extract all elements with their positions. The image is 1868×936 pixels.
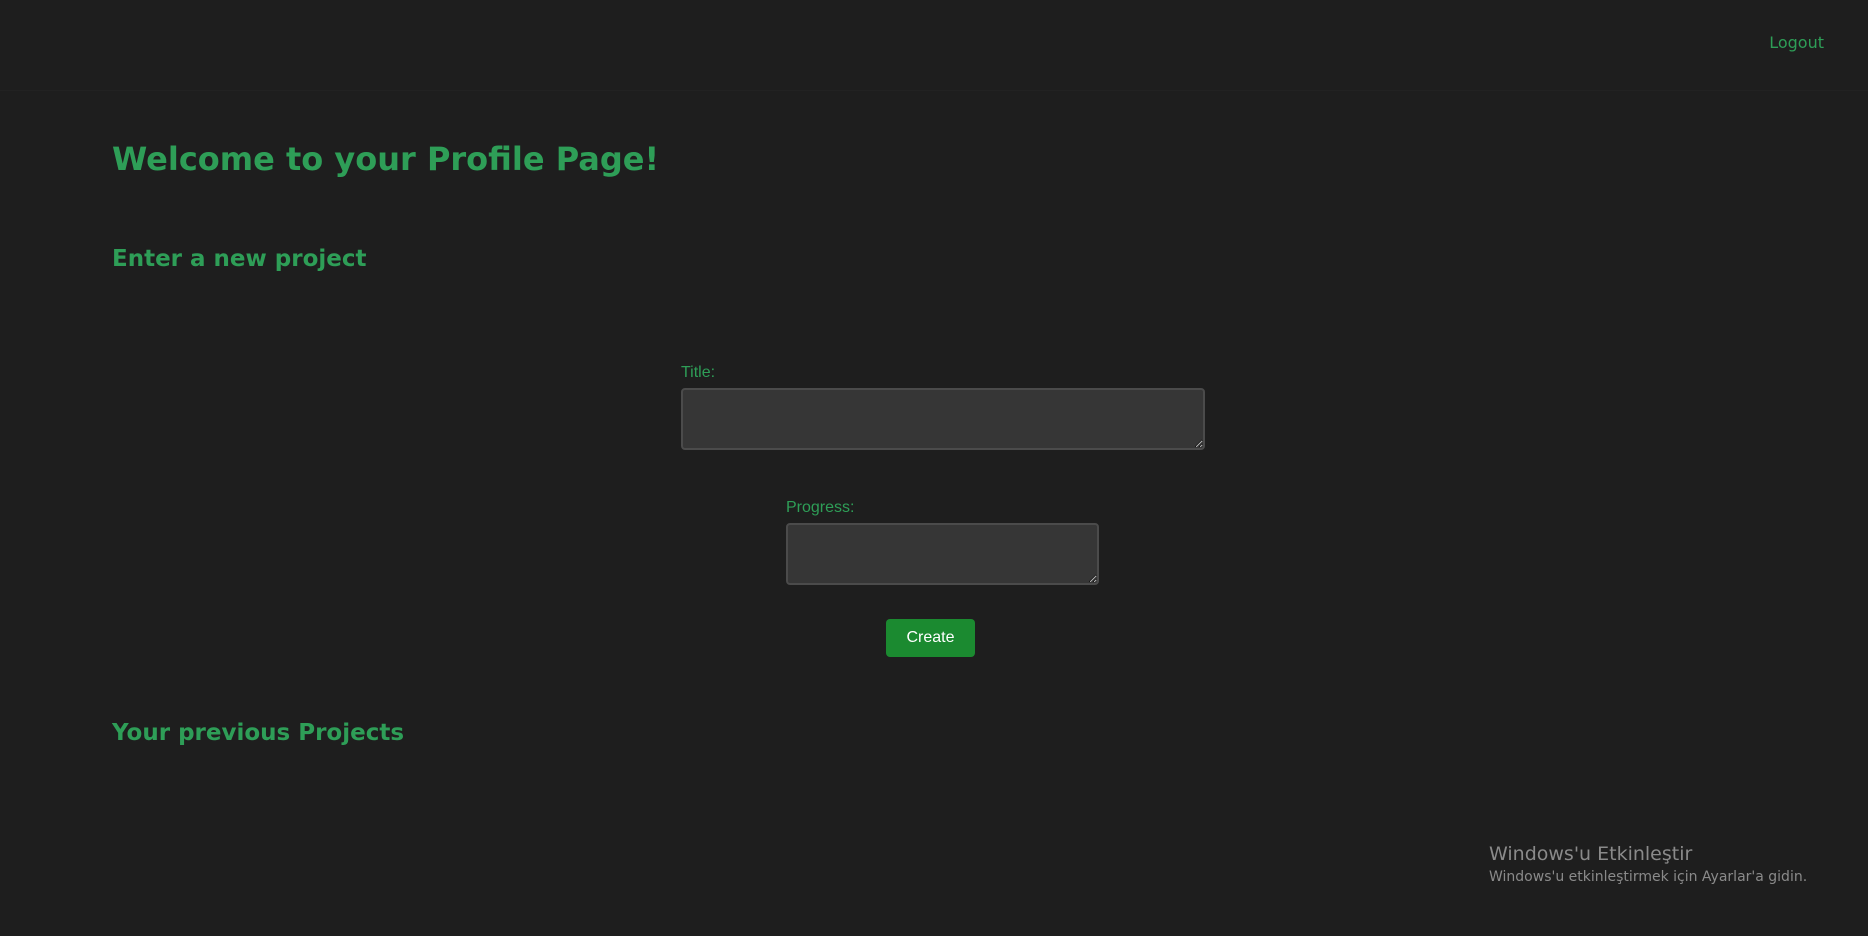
previous-projects-heading: Your previous Projects	[112, 720, 405, 746]
title-field[interactable]	[681, 388, 1205, 450]
watermark-title: Windows'u Etkinleştir	[1489, 843, 1693, 865]
progress-label: Progress:	[786, 499, 855, 516]
create-button[interactable]: Create	[886, 619, 975, 657]
top-navbar: Logout	[0, 0, 1868, 91]
progress-field[interactable]	[786, 523, 1099, 585]
title-label: Title:	[681, 364, 716, 381]
new-project-heading: Enter a new project	[112, 246, 367, 272]
logout-link[interactable]: Logout	[1769, 33, 1824, 52]
windows-activation-watermark: Windows'u Etkinleştir Windows'u etkinleş…	[1489, 843, 1807, 885]
watermark-subtitle: Windows'u etkinleştirmek için Ayarlar'a …	[1489, 869, 1808, 885]
page-title: Welcome to your Profile Page!	[112, 140, 660, 178]
